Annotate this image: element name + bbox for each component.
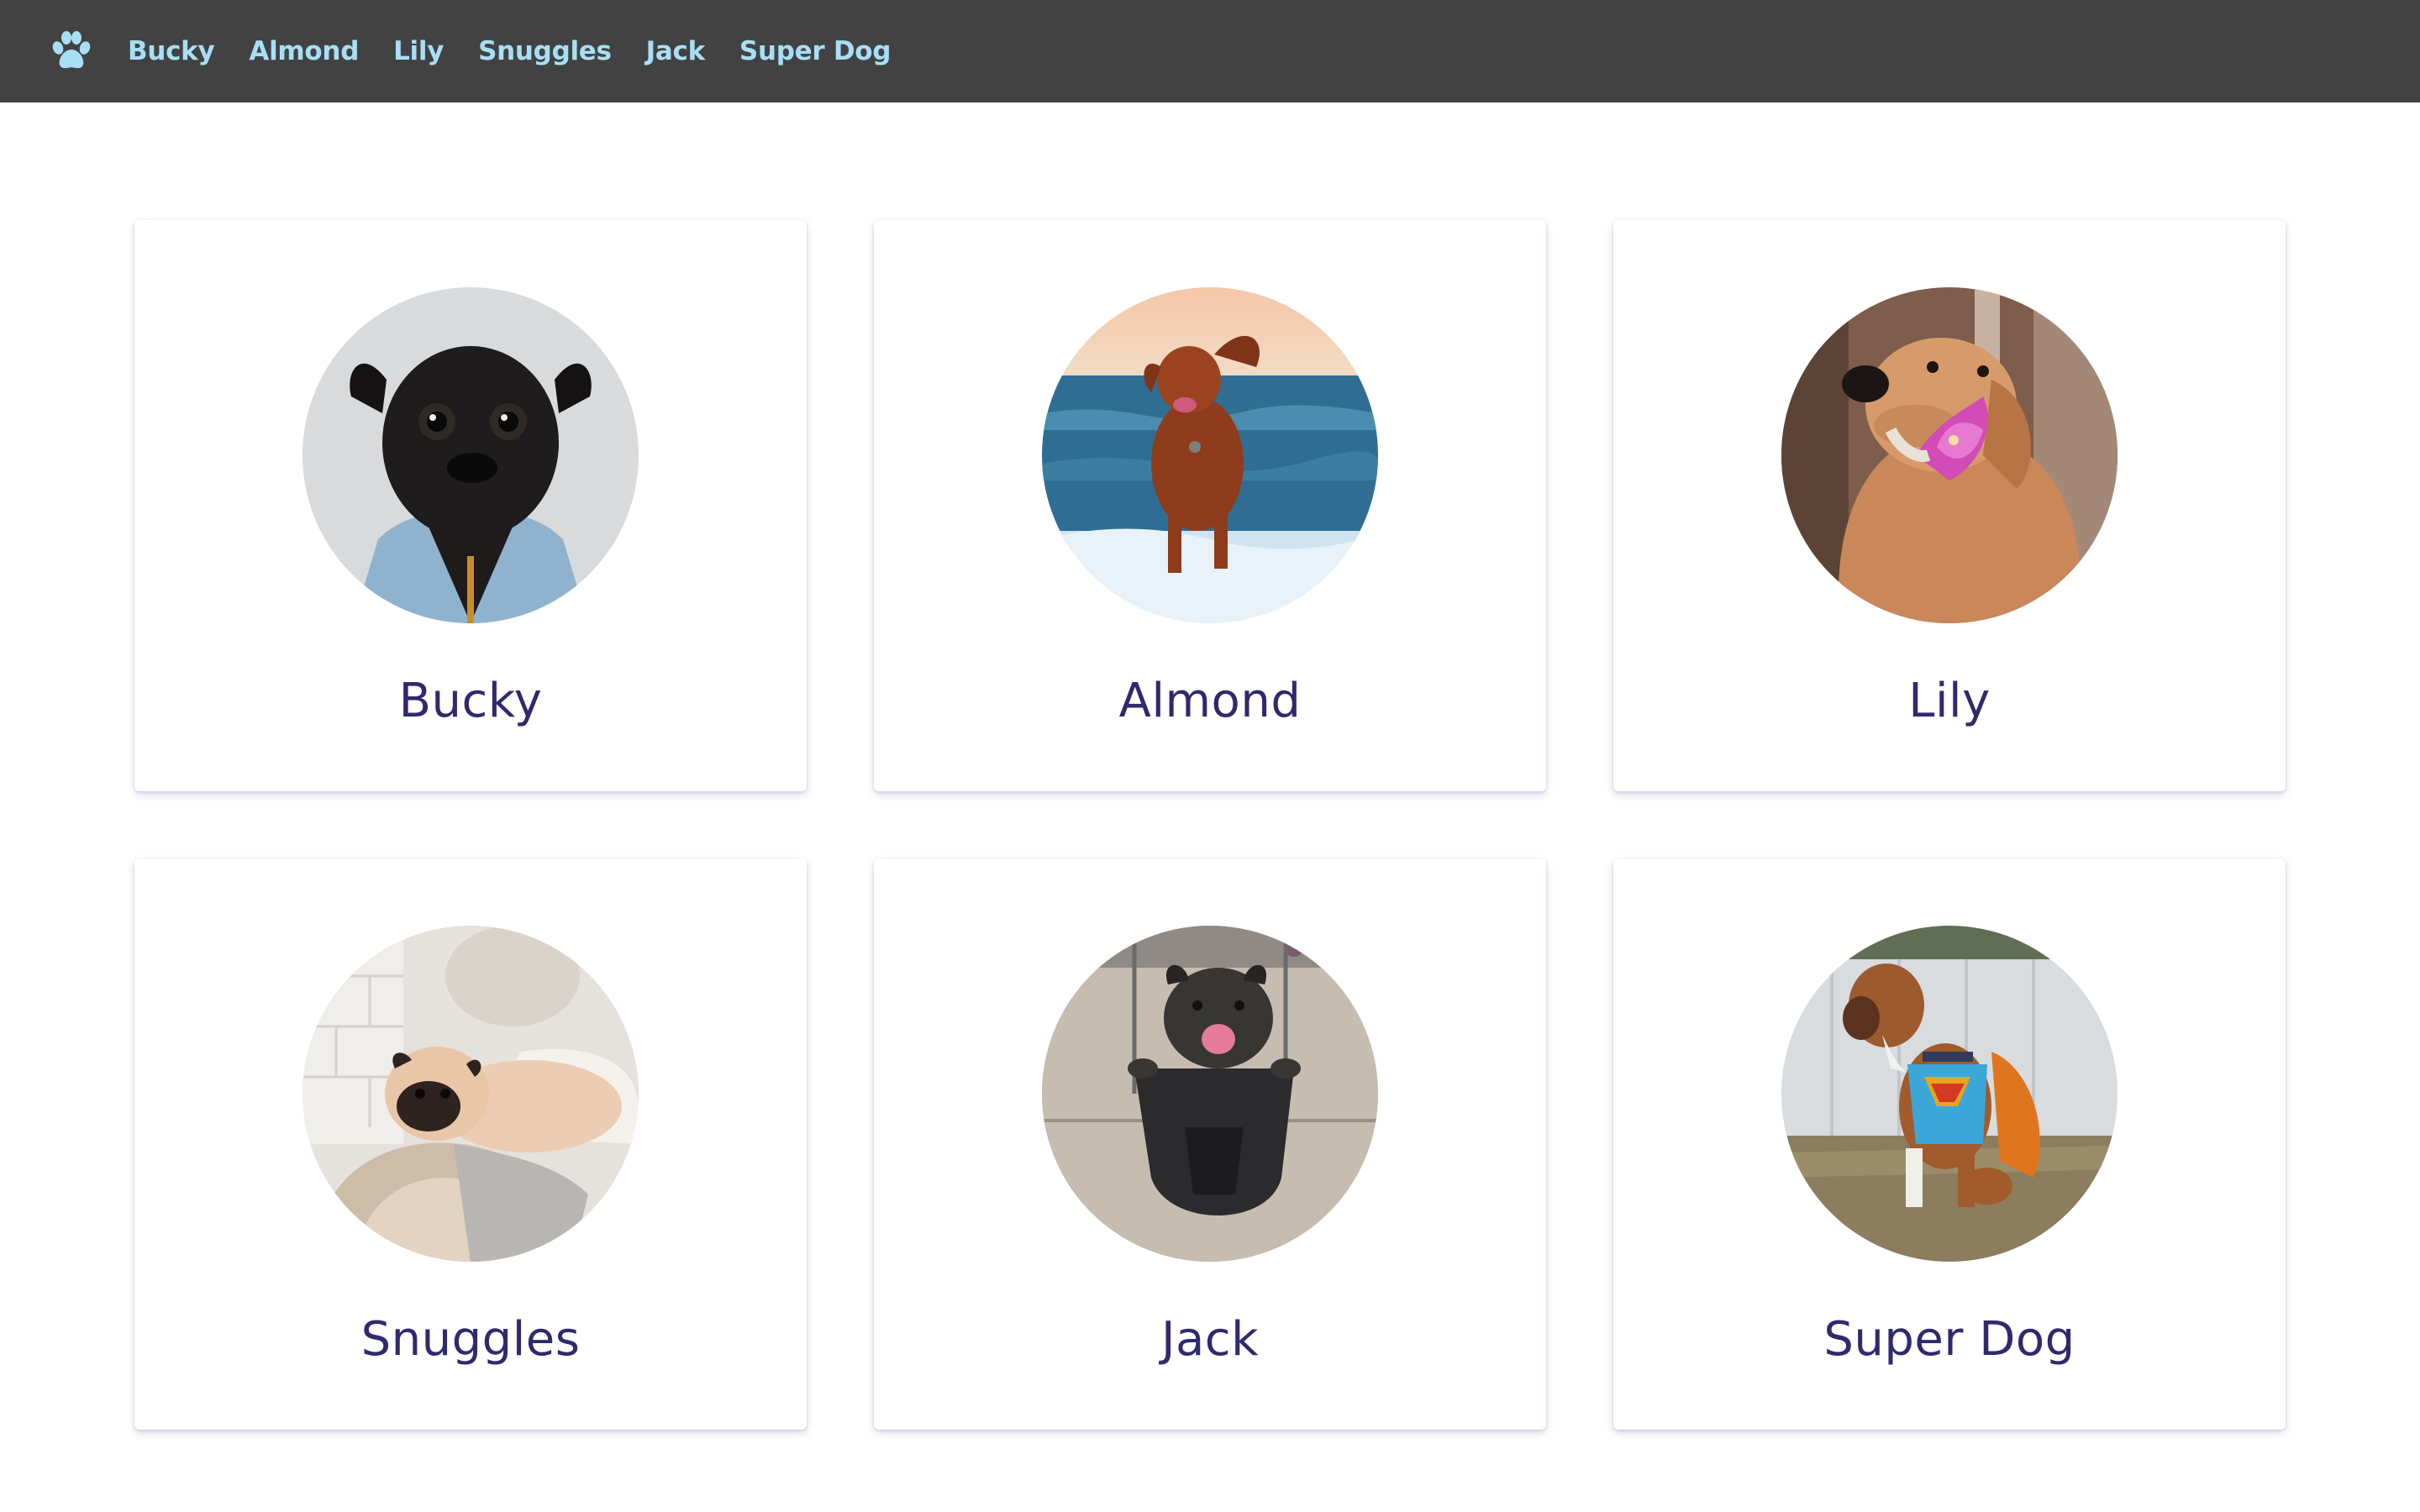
nav-link-jack[interactable]: Jack	[646, 36, 706, 66]
dog-name-snuggles: Snuggles	[360, 1312, 581, 1367]
dog-card-almond[interactable]: Almond	[874, 220, 1546, 791]
dog-card-grid: Bucky Almond Lily Snuggles Jack Super Do…	[134, 220, 2286, 1430]
dog-photo-jack	[1042, 926, 1378, 1262]
nav-link-snuggles[interactable]: Snuggles	[478, 36, 612, 66]
nav-link-almond[interactable]: Almond	[249, 36, 359, 66]
top-navbar: Bucky Almond Lily Snuggles Jack Super Do…	[0, 0, 2420, 102]
dog-photo-almond	[1042, 287, 1378, 623]
dog-card-jack[interactable]: Jack	[874, 858, 1546, 1430]
nav-link-bucky[interactable]: Bucky	[128, 36, 215, 66]
dog-photo-bucky	[302, 287, 639, 623]
dog-name-lily: Lily	[1908, 674, 1991, 728]
nav-link-super-dog[interactable]: Super Dog	[739, 36, 892, 66]
dog-card-super-dog[interactable]: Super Dog	[1613, 858, 2286, 1430]
dog-card-lily[interactable]: Lily	[1613, 220, 2286, 791]
dog-photo-snuggles	[302, 926, 639, 1262]
paw-icon[interactable]	[49, 29, 94, 74]
dog-name-bucky: Bucky	[398, 674, 543, 728]
dog-card-bucky[interactable]: Bucky	[134, 220, 807, 791]
nav-link-lily[interactable]: Lily	[393, 36, 444, 66]
dog-card-snuggles[interactable]: Snuggles	[134, 858, 807, 1430]
dog-photo-super-dog	[1781, 926, 2118, 1262]
dog-photo-lily	[1781, 287, 2118, 623]
dog-name-jack: Jack	[1160, 1312, 1260, 1367]
dog-name-super-dog: Super Dog	[1823, 1312, 2075, 1367]
dog-name-almond: Almond	[1118, 674, 1302, 728]
